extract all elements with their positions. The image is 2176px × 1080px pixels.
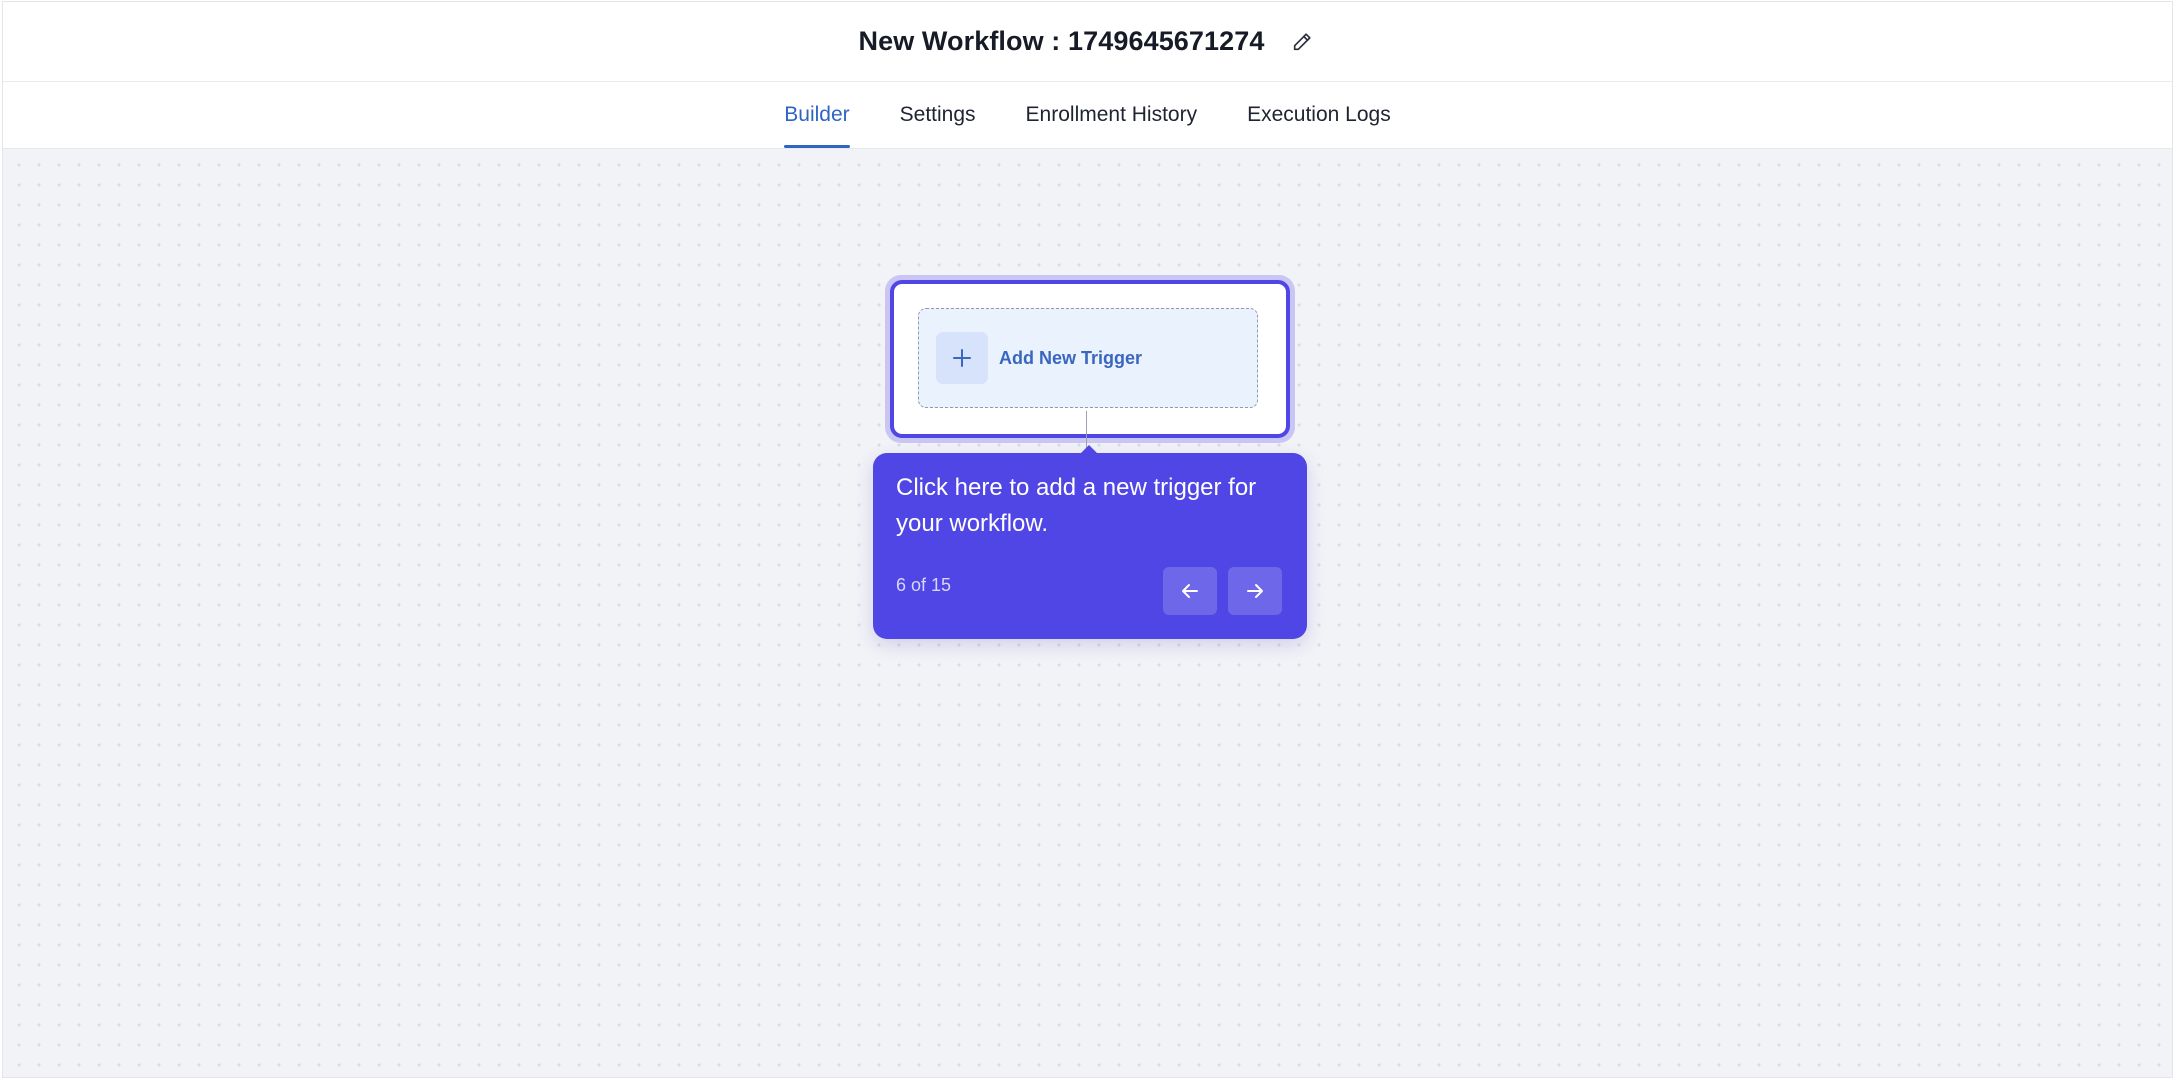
workflow-canvas[interactable]: Add New Trigger Click here to add a new … <box>3 149 2172 1077</box>
add-trigger-button[interactable]: Add New Trigger <box>918 308 1258 408</box>
tabs-bar: Builder Settings Enrollment History Exec… <box>3 82 2172 149</box>
workflow-title: New Workflow : 1749645671274 <box>858 26 1265 56</box>
trigger-highlight: Add New Trigger <box>885 275 1295 443</box>
tab-settings[interactable]: Settings <box>900 82 976 148</box>
title-bar: New Workflow : 1749645671274 <box>3 2 2172 82</box>
tab-enrollment-history[interactable]: Enrollment History <box>1026 82 1198 148</box>
trigger-node: Add New Trigger <box>890 280 1290 438</box>
add-trigger-label: Add New Trigger <box>999 347 1143 368</box>
workflow-builder-window: New Workflow : 1749645671274 Builder Set… <box>2 1 2173 1078</box>
pencil-icon <box>1293 32 1311 50</box>
tooltip-next-button[interactable] <box>1228 567 1282 615</box>
tooltip-message: Click here to add a new trigger for your… <box>896 474 1257 537</box>
arrow-left-icon <box>1182 584 1198 598</box>
edit-title-button[interactable] <box>1287 27 1317 57</box>
arrow-right-icon <box>1247 584 1263 598</box>
tooltip-arrow <box>1080 445 1098 454</box>
plus-icon <box>953 349 971 367</box>
tab-list: Builder Settings Enrollment History Exec… <box>759 82 1415 148</box>
plus-icon-box <box>936 332 988 384</box>
tooltip-step-counter: 6 of 15 <box>896 575 952 595</box>
tab-execution-logs[interactable]: Execution Logs <box>1247 82 1391 148</box>
tab-builder[interactable]: Builder <box>784 82 851 148</box>
tooltip-prev-button[interactable] <box>1163 567 1217 615</box>
onboarding-tooltip: Click here to add a new trigger for your… <box>873 445 1307 639</box>
